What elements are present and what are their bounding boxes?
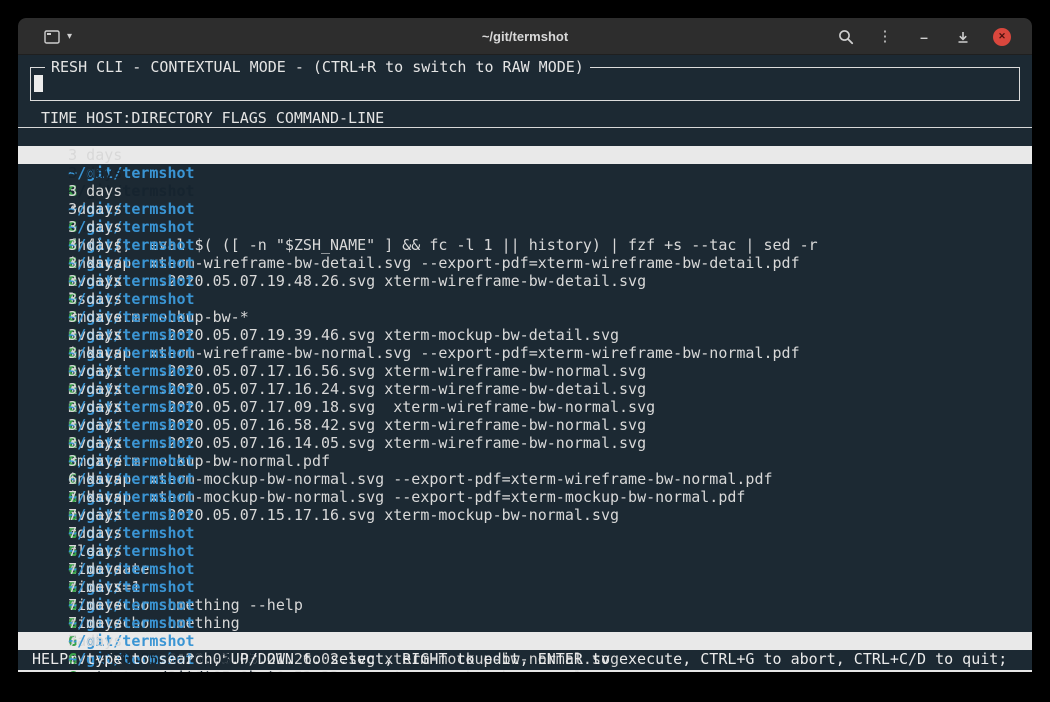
row-time: 3 days [68,434,131,452]
row-time: 7 days [68,578,131,596]
kebab-menu-icon: ⋮ [878,29,893,44]
menu-button[interactable]: ⋮ [876,28,894,46]
row-time: 3 days [68,380,131,398]
row-time: 3 days [68,254,131,272]
new-terminal-button[interactable]: ▾ [38,26,78,48]
history-row[interactable]: 3 days ~/git/termshot G fh [18,146,1032,164]
row-time: 3 days [68,146,131,164]
status-location: tower:~/git/termshot [95,668,312,672]
resh-mode-title: RESH CLI - CONTEXTUAL MODE - (CTRL+R to … [45,58,590,76]
row-time: 3 days [68,182,131,200]
row-time: 3 days [68,326,131,344]
restore-button[interactable] [954,28,972,46]
row-time: 3 days [68,344,131,362]
row-time: 7 days [68,560,131,578]
search-icon [838,29,854,45]
row-time: 7 days [68,488,131,506]
row-time: 3 days [68,218,131,236]
titlebar-left-controls: ▾ [38,18,78,55]
row-time: 7 days [68,614,131,632]
row-time: 3 days [68,164,131,182]
row-time: 3 days [68,200,131,218]
help-line: HELP: type to search, UP/DOWN to select,… [18,650,1032,668]
row-time: 3 days [68,452,131,470]
minimize-button[interactable]: – [915,28,933,46]
row-time: 3 days [68,272,131,290]
titlebar[interactable]: ▾ ~/git/termshot ⋮ – [18,18,1032,55]
history-row[interactable]: 3 days ~/git/termshot G cd [18,128,1032,146]
terminal-window: ▾ ~/git/termshot ⋮ – [18,18,1032,672]
restore-window-icon [955,29,971,45]
titlebar-right-controls: ⋮ – ✕ [837,18,1011,55]
chevron-down-icon: ▾ [67,32,72,42]
row-time: 7 days [68,632,131,650]
text-cursor [34,75,43,92]
row-time: 3 days [68,290,131,308]
row-time: 3 days [68,416,131,434]
row-time: 7 days [68,524,131,542]
terminal-content[interactable]: RESH CLI - CONTEXTUAL MODE - (CTRL+R to … [18,55,1032,672]
search-input[interactable]: RESH CLI - CONTEXTUAL MODE - (CTRL+R to … [30,67,1020,101]
close-button[interactable]: ✕ [993,28,1011,46]
row-time: 3 days [68,308,131,326]
row-time: 6 days [68,470,131,488]
history-list: 3 days ~/git/termshot G cd 3 days ~/git/… [18,128,1032,632]
close-icon: ✕ [998,32,1006,41]
row-time: 3 days [68,398,131,416]
minimize-icon: – [920,30,928,44]
row-time: 7 days [68,542,131,560]
row-time: 7 days [68,506,131,524]
row-time: 3 days [68,236,131,254]
row-time: 7 days [68,596,131,614]
terminal-icon [44,30,60,44]
table-header: TIME HOST:DIRECTORY FLAGS COMMAND-LINE [18,109,1032,128]
search-button[interactable] [837,28,855,46]
row-time: 3 days [68,362,131,380]
window-title: ~/git/termshot [482,18,568,55]
